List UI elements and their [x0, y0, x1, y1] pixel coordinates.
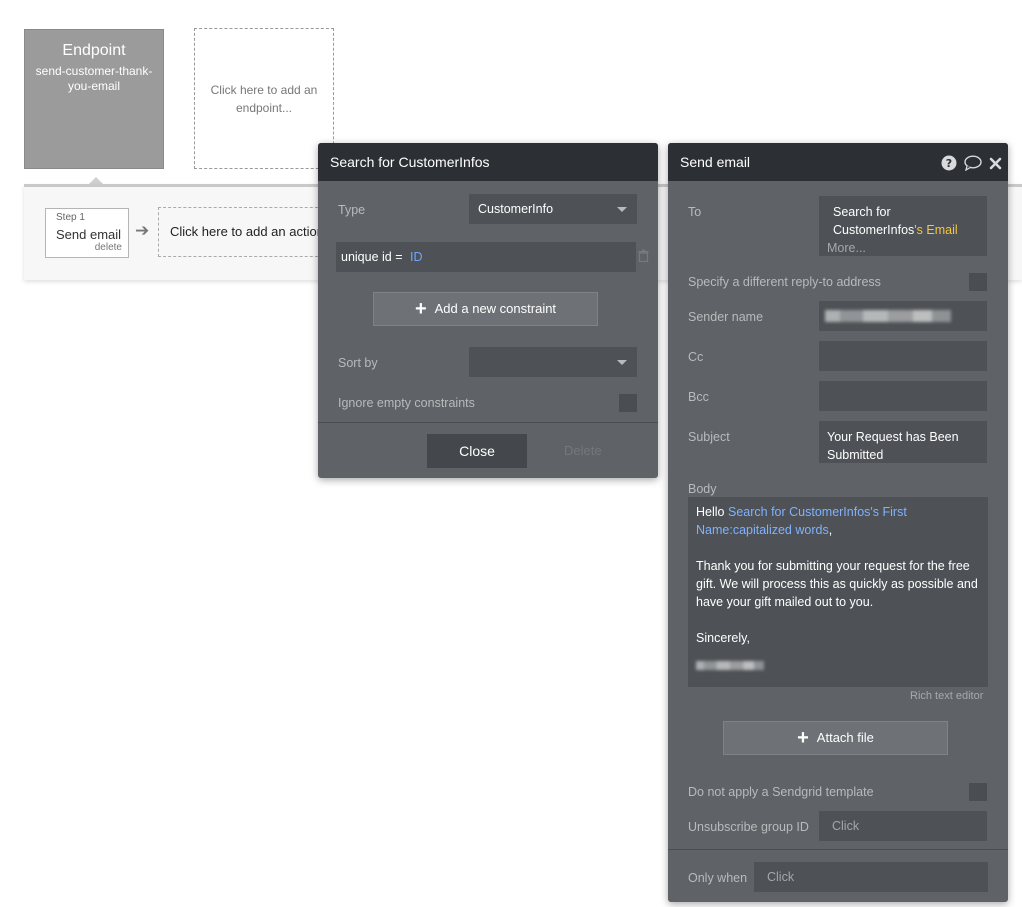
reply-to-label: Specify a different reply-to address	[688, 275, 881, 289]
search-panel-footer: Close Delete	[318, 422, 658, 479]
plus-icon: +	[414, 298, 427, 320]
close-button[interactable]: Close	[427, 434, 527, 468]
redacted-signature	[696, 661, 764, 670]
step-number: Step 1	[56, 212, 85, 223]
endpoint-pointer	[89, 177, 103, 184]
add-action-button[interactable]: Click here to add an action	[158, 207, 328, 257]
endpoint-title: Endpoint	[62, 42, 126, 59]
subject-field[interactable]: Your Request has Been Submitted	[819, 421, 987, 463]
only-when-label: Only when	[688, 871, 748, 885]
arrow-right-icon: ➔	[135, 221, 150, 240]
type-dropdown[interactable]: CustomerInfo	[469, 194, 637, 224]
add-constraint-button[interactable]: + Add a new constraint	[373, 292, 598, 326]
to-value-source: Search for CustomerInfos	[833, 205, 915, 237]
plus-icon: +	[797, 727, 809, 749]
sender-name-label: Sender name	[688, 310, 764, 324]
to-more-link[interactable]: More...	[827, 239, 979, 257]
ignore-empty-label: Ignore empty constraints	[338, 396, 475, 410]
ignore-empty-checkbox[interactable]	[619, 394, 637, 412]
body-label: Body	[688, 482, 717, 496]
sort-by-dropdown[interactable]	[469, 347, 637, 377]
reply-to-checkbox[interactable]	[969, 273, 987, 291]
panel-header-icons: ?	[941, 155, 1002, 171]
only-when-section: Only when Click	[668, 849, 1008, 903]
search-panel-title: Search for CustomerInfos	[318, 143, 658, 181]
unsubscribe-label: Unsubscribe group ID	[688, 820, 809, 834]
chevron-down-icon	[617, 360, 627, 365]
body-editor[interactable]: Hello Search for CustomerInfos's First N…	[688, 497, 988, 687]
bcc-label: Bcc	[688, 390, 709, 404]
subject-label: Subject	[688, 430, 730, 444]
body-greeting-line: Hello Search for CustomerInfos's First N…	[696, 503, 980, 539]
sender-name-field[interactable]	[819, 301, 987, 331]
sort-by-label: Sort by	[338, 356, 378, 370]
body-dynamic-name[interactable]: Search for CustomerInfos's First Name:ca…	[696, 505, 907, 537]
sendgrid-checkbox[interactable]	[969, 783, 987, 801]
to-label: To	[688, 205, 702, 219]
workflow-step-card[interactable]: Step 1 Send email delete	[45, 208, 129, 258]
step-name: Send email	[56, 227, 122, 242]
cc-label: Cc	[688, 350, 704, 364]
add-constraint-label: Add a new constraint	[434, 301, 557, 316]
body-paragraph: Thank you for submitting your request fo…	[696, 559, 978, 609]
body-closing: Sincerely,	[696, 631, 750, 645]
sendgrid-label: Do not apply a Sendgrid template	[688, 785, 874, 799]
delete-button[interactable]: Delete	[564, 443, 602, 458]
cc-field[interactable]	[819, 341, 987, 371]
bcc-field[interactable]	[819, 381, 987, 411]
search-panel: Search for CustomerInfos Type CustomerIn…	[318, 143, 658, 478]
trash-icon[interactable]	[638, 249, 649, 262]
only-when-field[interactable]: Click	[754, 862, 988, 892]
body-greeting: Hello	[696, 505, 725, 519]
endpoint-card[interactable]: Endpoint send-customer-thank-you-email	[24, 29, 164, 169]
send-email-panel: Send email ? To Search for CustomerInfos…	[668, 143, 1008, 902]
body-comma: ,	[828, 523, 833, 537]
close-icon[interactable]	[989, 157, 1002, 170]
constraint-row[interactable]: unique id = ID	[336, 242, 636, 272]
chevron-down-icon	[617, 207, 627, 212]
endpoint-name: send-customer-thank-you-email	[35, 64, 153, 93]
rich-text-editor-link[interactable]: Rich text editor	[910, 690, 983, 702]
comment-icon[interactable]	[964, 155, 982, 171]
constraint-value[interactable]: ID	[410, 250, 423, 264]
type-dropdown-value: CustomerInfo	[478, 202, 554, 216]
attach-file-label: Attach file	[816, 730, 874, 745]
type-label: Type	[338, 203, 366, 217]
to-field[interactable]: Search for CustomerInfos's Email More...	[819, 196, 987, 256]
help-icon[interactable]: ?	[941, 155, 957, 171]
add-endpoint-button[interactable]: Click here to add an endpoint...	[194, 28, 334, 169]
unsubscribe-field[interactable]: Click	[819, 811, 987, 841]
redacted-sender-name	[825, 310, 951, 322]
constraint-key: unique id =	[341, 250, 403, 264]
to-value-field: 's Email	[914, 223, 958, 237]
step-delete-link[interactable]: delete	[95, 242, 122, 253]
svg-text:?: ?	[946, 157, 952, 170]
attach-file-button[interactable]: + Attach file	[723, 721, 948, 755]
